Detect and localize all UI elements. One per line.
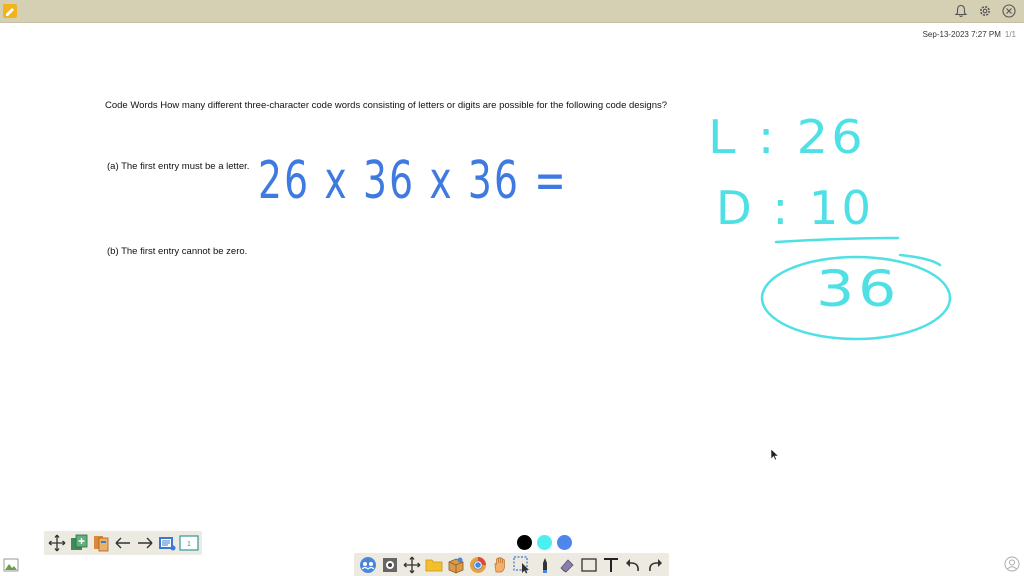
handwritten-equation: 26 x 36 x 36 = [258, 151, 568, 211]
handwriting-layer: 26 x 36 x 36 = L : 26 D : 10 36 [258, 110, 952, 341]
move-icon[interactable] [47, 533, 67, 553]
undo-icon[interactable] [623, 555, 643, 575]
page-number-label: 1 [187, 541, 191, 548]
pencil-icon[interactable] [3, 4, 17, 18]
page-settings-icon[interactable] [157, 533, 177, 553]
gallery-icon[interactable] [3, 558, 19, 572]
arrow-right-icon[interactable] [135, 533, 155, 553]
color-black-swatch[interactable] [517, 535, 532, 550]
part-a-text: (a) The first entry must be a letter. [107, 161, 250, 172]
hand-icon[interactable] [490, 555, 510, 575]
mouse-cursor-icon [771, 449, 779, 461]
part-b-text: (b) The first entry cannot be zero. [107, 246, 248, 257]
color-cyan-swatch[interactable] [537, 535, 552, 550]
add-page-icon[interactable] [69, 533, 89, 553]
pages-icon[interactable] [91, 533, 111, 553]
select-icon[interactable] [512, 555, 532, 575]
move-icon[interactable] [402, 555, 422, 575]
color-palette [517, 535, 572, 550]
color-blue-swatch[interactable] [557, 535, 572, 550]
user-avatar-icon[interactable] [1004, 556, 1020, 572]
problem-statement: Code Words How many different three-char… [105, 100, 668, 111]
page-number-icon[interactable]: 1 [179, 533, 199, 553]
page-toolbar: 1 [44, 531, 202, 555]
redo-icon[interactable] [645, 555, 665, 575]
gear-icon[interactable] [976, 2, 994, 20]
handwritten-total: 36 [816, 260, 900, 318]
handwritten-letters-count: L : 26 [708, 110, 866, 164]
answer-circle [760, 255, 952, 341]
folder-icon[interactable] [424, 555, 444, 575]
title-bar [0, 0, 1024, 23]
page-indicator: 1/1 [1004, 30, 1016, 39]
camera-icon[interactable] [380, 555, 400, 575]
text-icon[interactable] [601, 555, 621, 575]
arrow-left-icon[interactable] [113, 533, 133, 553]
box-icon[interactable] [446, 555, 466, 575]
bell-icon[interactable] [952, 2, 970, 20]
main-toolbar [354, 553, 669, 576]
timestamp-text: Sep-13-2023 7:27 PM [922, 30, 1001, 39]
circle-overlap [898, 253, 942, 267]
timestamp: Sep-13-2023 7:27 PM 1/1 [923, 30, 1016, 39]
rectangle-icon[interactable] [579, 555, 599, 575]
eraser-icon[interactable] [557, 555, 577, 575]
sum-line [774, 236, 900, 244]
pen-icon[interactable] [535, 555, 555, 575]
handwritten-digits-count: D : 10 [716, 181, 874, 235]
close-icon[interactable] [1000, 2, 1018, 20]
users-icon[interactable] [358, 555, 378, 575]
browser-icon[interactable] [468, 555, 488, 575]
